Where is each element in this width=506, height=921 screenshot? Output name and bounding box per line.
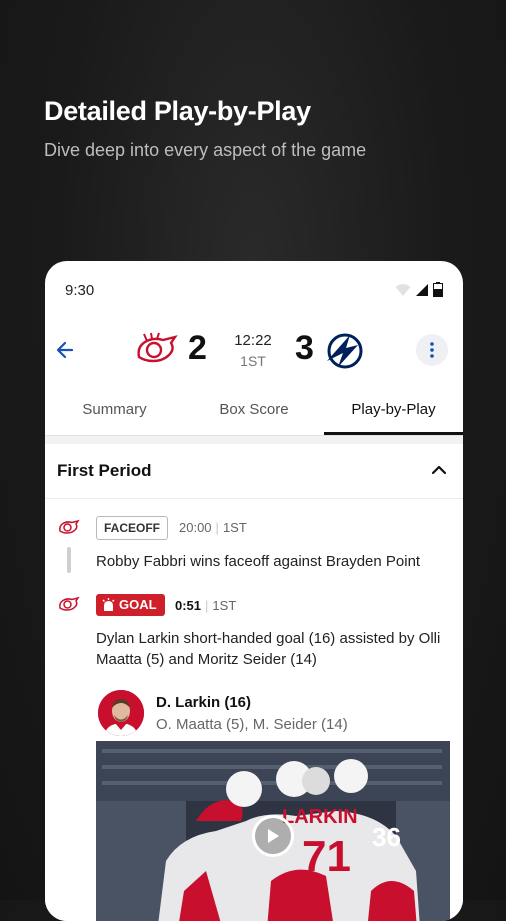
period-header[interactable]: First Period [45,444,463,499]
period-title: First Period [57,461,152,480]
lightning-logo-icon[interactable] [324,331,368,371]
svg-text:71: 71 [302,832,351,881]
game-score-header: 2 12:22 1ST 3 [45,323,463,379]
phone-screen: 9:30 2 12:22 1ST 3 Summary Box Score Pla… [45,261,463,921]
play-button[interactable] [252,815,294,857]
wifi-icon [395,283,411,296]
event-time: 0:51 [175,598,202,613]
assists-list: O. Maatta (5), M. Seider (14) [156,716,348,733]
svg-text:36: 36 [372,822,401,852]
player-headshot-icon [98,690,144,736]
chevron-up-icon[interactable] [431,462,447,478]
goal-badge-label: GOAL [119,597,157,612]
home-score: 2 [188,329,207,367]
red-wings-logo-icon[interactable] [135,331,179,371]
battery-icon [433,282,443,297]
goal-video-thumbnail[interactable]: LARKIN 71 36 [96,741,450,921]
back-button[interactable] [53,333,77,367]
tab-play-by-play[interactable]: Play-by-Play [324,389,463,435]
red-wings-logo-icon [59,519,80,534]
away-score: 3 [295,329,314,367]
avatar[interactable] [98,690,144,736]
event-description: Robby Fabbri wins faceoff against Brayde… [96,553,421,570]
arrow-left-icon [56,341,74,359]
event-description: Dylan Larkin short-handed goal (16) assi… [96,630,441,668]
event-time: 20:00 [179,520,212,535]
promo-title: Detailed Play-by-Play [44,96,311,126]
more-options-button[interactable] [416,334,448,366]
svg-text:LARKIN: LARKIN [282,806,358,828]
status-time: 9:30 [65,282,95,299]
tab-summary[interactable]: Summary [45,389,184,435]
more-vertical-icon [430,342,434,358]
goal-badge: GOAL [96,594,165,616]
status-bar: 9:30 [45,261,463,319]
timeline-line [67,547,71,573]
play-icon [268,829,279,843]
promo-subtitle: Dive deep into every aspect of the game [44,140,367,160]
faceoff-badge: FACEOFF [96,516,168,540]
event-period: 1ST [212,598,237,613]
goal-light-icon [102,598,115,611]
tab-box-score[interactable]: Box Score [184,389,324,435]
game-tabs: Summary Box Score Play-by-Play [45,389,463,436]
game-clock: 12:22 [234,332,272,349]
scorer-name[interactable]: D. Larkin (16) [156,694,251,711]
signal-icon [416,283,428,296]
event-meta: 0:51 | 1ST [175,598,237,613]
red-wings-logo-icon [59,596,80,611]
game-period: 1ST [240,353,266,369]
event-meta: 20:00 | 1ST [179,520,247,535]
event-period: 1ST [222,520,247,535]
